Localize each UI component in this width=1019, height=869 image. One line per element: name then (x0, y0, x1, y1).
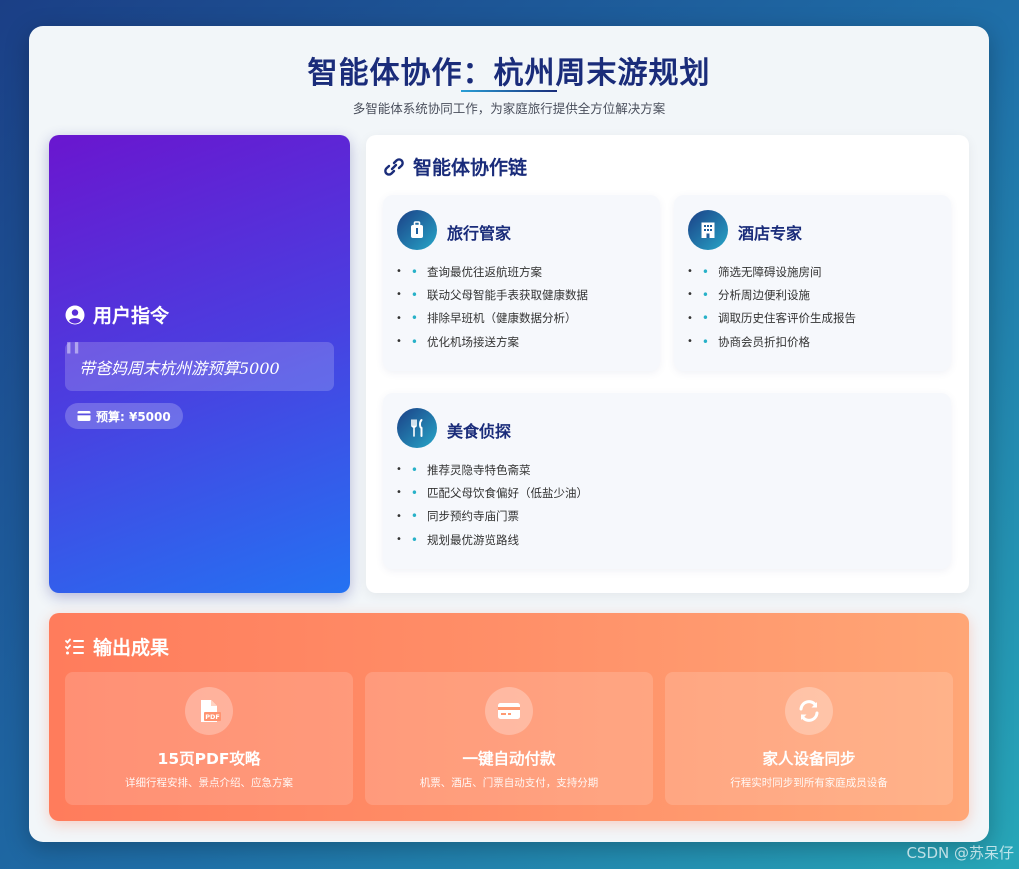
list-item: •调取历史住客评价生成报告 (687, 307, 856, 330)
agent-card-hotel: 酒店专家 •筛选无障碍设施房间 •分析周边便利设施 •调取历史住客评价生成报告 … (674, 195, 951, 371)
output-card-desc: 详细行程安排、景点介绍、应急方案 (125, 777, 293, 789)
user-command-box: " 带爸妈周末杭州游预算5000 (63, 338, 334, 391)
agent-title: 酒店专家 (738, 224, 803, 243)
page-title: 智能体协作：杭州周末游规划 (307, 56, 711, 91)
output-card-payment[interactable]: 一键自动付款 机票、酒店、门票自动支付，支持分期 (365, 672, 653, 805)
checklist-icon (65, 638, 84, 654)
agent-card-food: 美食侦探 •推荐灵隐寺特色斋菜 •匹配父母饮食偏好（低盐少油） •同步预约寺庙门… (383, 393, 951, 569)
main-card: 智能体协作：杭州周末游规划 多智能体系统协同工作，为家庭旅行提供全方位解决方案 … (29, 26, 989, 842)
list-item: •匹配父母饮食偏好（低盐少油） (396, 481, 588, 504)
pdf-file-icon: PDF (201, 700, 221, 722)
list-item: •协商会员折扣价格 (687, 330, 856, 353)
agent-title: 旅行管家 (447, 224, 512, 243)
output-title: 输出成果 (93, 637, 170, 659)
watermark: CSDN @苏呆仔 (906, 844, 1014, 862)
output-card-desc: 行程实时同步到所有家庭成员设备 (730, 777, 888, 789)
output-card-title: 家人设备同步 (762, 750, 856, 768)
list-item: •查询最优往返航班方案 (396, 260, 588, 283)
agent-title: 美食侦探 (447, 422, 512, 441)
output-heading: 输出成果 (65, 633, 169, 660)
list-item: •分析周边便利设施 (687, 283, 856, 306)
agent-task-list: •推荐灵隐寺特色斋菜 •匹配父母饮食偏好（低盐少油） •同步预约寺庙门票 •规划… (396, 458, 588, 551)
output-icon-badge (485, 687, 533, 735)
output-icon-badge: PDF (185, 687, 233, 735)
chain-title: 智能体协作链 (413, 157, 528, 179)
budget-text: 预算: ¥5000 (96, 409, 171, 424)
list-item: •联动父母智能手表获取健康数据 (396, 283, 588, 306)
chain-heading: 智能体协作链 (383, 153, 527, 180)
page-subtitle: 多智能体系统协同工作，为家庭旅行提供全方位解决方案 (352, 101, 666, 116)
user-instruction-heading: 用户指令 (65, 301, 169, 328)
output-card-title: 一键自动付款 (462, 750, 556, 768)
output-card-desc: 机票、酒店、门票自动支付，支持分期 (419, 777, 599, 789)
user-circle-icon (65, 305, 85, 324)
suitcase-icon (411, 221, 423, 238)
output-card-pdf[interactable]: PDF 15页PDF攻略 详细行程安排、景点介绍、应急方案 (65, 672, 353, 805)
list-item: •筛选无障碍设施房间 (687, 260, 856, 283)
agent-icon-badge (397, 408, 437, 448)
utensils-icon (411, 419, 423, 437)
user-instruction-panel: 用户指令 " 带爸妈周末杭州游预算5000 预算: ¥5000 (49, 135, 350, 593)
list-item: •优化机场接送方案 (396, 330, 588, 353)
list-item: •排除早班机（健康数据分析） (396, 307, 588, 330)
hotel-icon (701, 222, 715, 238)
quote-mark-icon: " (63, 334, 83, 383)
output-card-title: 15页PDF攻略 (157, 750, 261, 768)
agent-task-list: •筛选无障碍设施房间 •分析周边便利设施 •调取历史住客评价生成报告 •协商会员… (687, 260, 856, 353)
agent-card-travel: 旅行管家 •查询最优往返航班方案 •联动父母智能手表获取健康数据 •排除早班机（… (383, 195, 660, 371)
user-instruction-title: 用户指令 (93, 305, 170, 327)
budget-badge: 预算: ¥5000 (65, 403, 183, 429)
output-card-sync[interactable]: 家人设备同步 行程实时同步到所有家庭成员设备 (665, 672, 953, 805)
agent-icon-badge (397, 210, 437, 250)
title-underline (461, 90, 557, 92)
wallet-icon (77, 411, 91, 421)
output-panel: 输出成果 PDF 15页PDF攻略 详细行程安排、景点介绍、应急方案 一键自动付… (49, 613, 969, 821)
collaboration-chain-panel: 智能体协作链 旅行管家 •查询最优往返航班方案 •联动父母智能手表获取健康数据 … (366, 135, 969, 593)
user-command-text: 带爸妈周末杭州游预算5000 (79, 358, 280, 378)
credit-card-icon (498, 703, 520, 719)
sync-icon (799, 700, 819, 722)
list-item: •规划最优游览路线 (396, 528, 588, 551)
agent-icon-badge (688, 210, 728, 250)
svg-text:PDF: PDF (205, 713, 220, 721)
agent-task-list: •查询最优往返航班方案 •联动父母智能手表获取健康数据 •排除早班机（健康数据分… (396, 260, 588, 353)
list-item: •同步预约寺庙门票 (396, 505, 588, 528)
list-item: •推荐灵隐寺特色斋菜 (396, 458, 588, 481)
output-icon-badge (785, 687, 833, 735)
link-icon (384, 157, 404, 176)
